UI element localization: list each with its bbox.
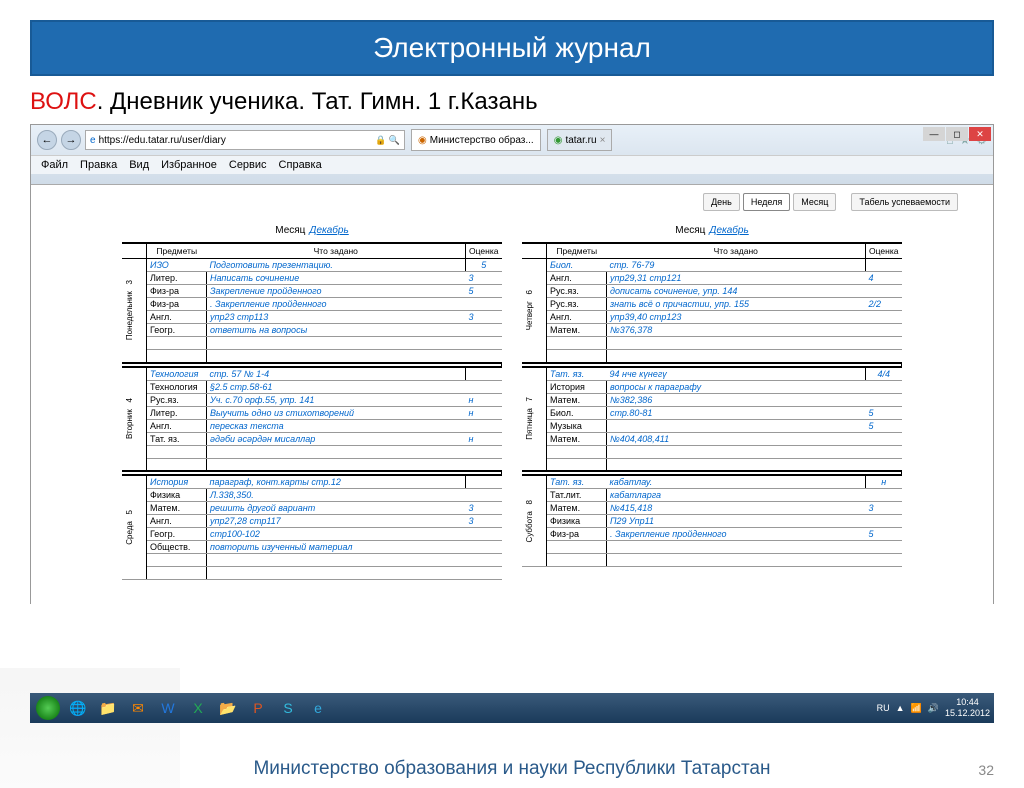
menu-edit[interactable]: Правка [80, 159, 117, 171]
diary-row: ФизикаП29 Упр11 [522, 515, 902, 528]
address-bar[interactable]: e https://edu.tatar.ru/user/diary 🔒 🔍 [85, 130, 405, 150]
tray-volume-icon[interactable]: 🔊 [928, 703, 939, 714]
slide-footer: Министерство образования и науки Республ… [253, 758, 770, 779]
forward-button[interactable]: → [61, 130, 81, 150]
windows-taskbar: 🌐 📁 ✉ W X 📂 P S e RU ▲ 📶 🔊 10:44 15.12.2… [30, 693, 994, 723]
diary-row [522, 458, 902, 471]
browser-menu: Файл Правка Вид Избранное Сервис Справка [31, 155, 993, 174]
outlook-icon[interactable]: ✉ [124, 695, 152, 721]
window-minimize[interactable]: — [923, 127, 945, 141]
browser-tab-2[interactable]: ◉tatar.ru × [547, 129, 613, 151]
diary-row: Матем.№376,378 [522, 324, 902, 337]
diary-row: Музыка5 [522, 419, 902, 432]
report-button[interactable]: Табель успеваемости [851, 193, 958, 211]
view-month-button[interactable]: Месяц [793, 193, 836, 211]
diary-row: Англ.упр39,40 стр123 [522, 311, 902, 324]
diary-left-page: МесяцДекабрь ПредметыЧто заданоОценкаПон… [122, 225, 502, 580]
tray-flag[interactable]: ▲ [896, 703, 905, 713]
menu-file[interactable]: Файл [41, 159, 68, 171]
menu-favorites[interactable]: Избранное [161, 159, 217, 171]
diary-row: Англ.пересказ текста [122, 419, 502, 432]
diary-row: Четверг 6Биол.стр. 76-79 [522, 259, 902, 272]
skype-icon[interactable]: S [274, 695, 302, 721]
diary-row: Пятница 7Тат. яз.94 нче күнегү4/4 [522, 367, 902, 381]
diary-row: Геогр.ответить на вопросы [122, 324, 502, 337]
diary-row: Литер.Выучить одно из стихотворенийн [122, 406, 502, 419]
ie-icon: e [90, 135, 96, 146]
diary-right-page: МесяцДекабрь ПредметыЧто заданоОценкаЧет… [522, 225, 902, 580]
close-tab-icon[interactable]: × [600, 135, 606, 146]
slide-title: Электронный журнал [42, 32, 982, 64]
window-close[interactable]: ✕ [969, 127, 991, 141]
tray-clock[interactable]: 10:44 15.12.2012 [945, 697, 990, 719]
diary-row: Англ.упр23 стр1133 [122, 311, 502, 324]
diary-row [122, 350, 502, 363]
diary-row: Историявопросы к параграфу [522, 380, 902, 393]
diary-row: Англ.упр29,31 стр1214 [522, 272, 902, 285]
word-icon[interactable]: W [154, 695, 182, 721]
diary-row: Англ.упр27,28 стр1173 [122, 515, 502, 528]
diary-row [122, 337, 502, 350]
diary-row: Рус.яз.Уч. с.70 орф.55, упр. 141н [122, 393, 502, 406]
explorer-icon[interactable]: 📁 [94, 695, 122, 721]
slide-title-bar: Электронный журнал [30, 20, 994, 76]
diary-row [122, 567, 502, 580]
diary-row: Рус.яз.дописать сочинение, упр. 144 [522, 285, 902, 298]
folder-icon[interactable]: 📂 [214, 695, 242, 721]
ie-taskbar-icon[interactable]: e [304, 695, 332, 721]
excel-icon[interactable]: X [184, 695, 212, 721]
view-day-button[interactable]: День [703, 193, 740, 211]
tray-network-icon[interactable]: 📶 [911, 703, 922, 714]
browser-tab-1[interactable]: ◉Министерство образ... [411, 129, 541, 151]
diary-row [522, 541, 902, 554]
menu-service[interactable]: Сервис [229, 159, 267, 171]
diary-row [522, 337, 902, 350]
diary-row [522, 554, 902, 567]
tray-lang[interactable]: RU [877, 703, 890, 713]
menu-view[interactable]: Вид [129, 159, 149, 171]
diary-row [122, 554, 502, 567]
diary-row [522, 445, 902, 458]
diary-row: Тат.лит.кабатларга [522, 489, 902, 502]
start-button[interactable] [34, 695, 62, 721]
diary-row: Тат. яз.әдәби әсәрдән мисалларн [122, 432, 502, 445]
diary-row: Матем.решить другой вариант3 [122, 502, 502, 515]
diary-row: Матем.№404,408,411 [522, 432, 902, 445]
diary-row: Обществ.повторить изученный материал [122, 541, 502, 554]
browser-window: — ◻ ✕ ← → e https://edu.tatar.ru/user/di… [30, 124, 994, 604]
diary-row: Понедельник 3ИЗОПодготовить презентацию.… [122, 259, 502, 272]
diary-row: Технология§2.5 стр.58-61 [122, 380, 502, 393]
menu-help[interactable]: Справка [279, 159, 322, 171]
slide-subtitle: ВОЛС. Дневник ученика. Тат. Гимн. 1 г.Ка… [30, 88, 994, 116]
chrome-icon[interactable]: 🌐 [64, 695, 92, 721]
diary-row [522, 350, 902, 363]
window-maximize[interactable]: ◻ [946, 127, 968, 141]
back-button[interactable]: ← [37, 130, 57, 150]
diary-row: Среда 5Историяпараграф, конт.карты стр.1… [122, 475, 502, 489]
diary-row [122, 458, 502, 471]
diary-row: Физ-ра. Закрепление пройденного5 [522, 528, 902, 541]
slide-page-number: 32 [978, 762, 994, 778]
diary-row: Геогр.стр100-102 [122, 528, 502, 541]
diary-row: Физ-ра. Закрепление пройденного [122, 298, 502, 311]
powerpoint-icon[interactable]: P [244, 695, 272, 721]
view-week-button[interactable]: Неделя [743, 193, 790, 211]
diary-row: Литер.Написать сочинение3 [122, 272, 502, 285]
diary-row [122, 445, 502, 458]
diary-row: Матем.№415,4183 [522, 502, 902, 515]
diary-row: Физ-раЗакрепление пройденного5 [122, 285, 502, 298]
diary-row: Вторник 4Технологиястр. 57 № 1-4 [122, 367, 502, 381]
diary-row: Биол.стр.80-815 [522, 406, 902, 419]
diary-row: Суббота 8Тат. яз.кабатлау.н [522, 475, 902, 489]
diary-row: Рус.яз.знать всё о причастии, упр. 1552/… [522, 298, 902, 311]
diary-row: ФизикаЛ.338,350. [122, 489, 502, 502]
diary-row: Матем.№382,386 [522, 393, 902, 406]
